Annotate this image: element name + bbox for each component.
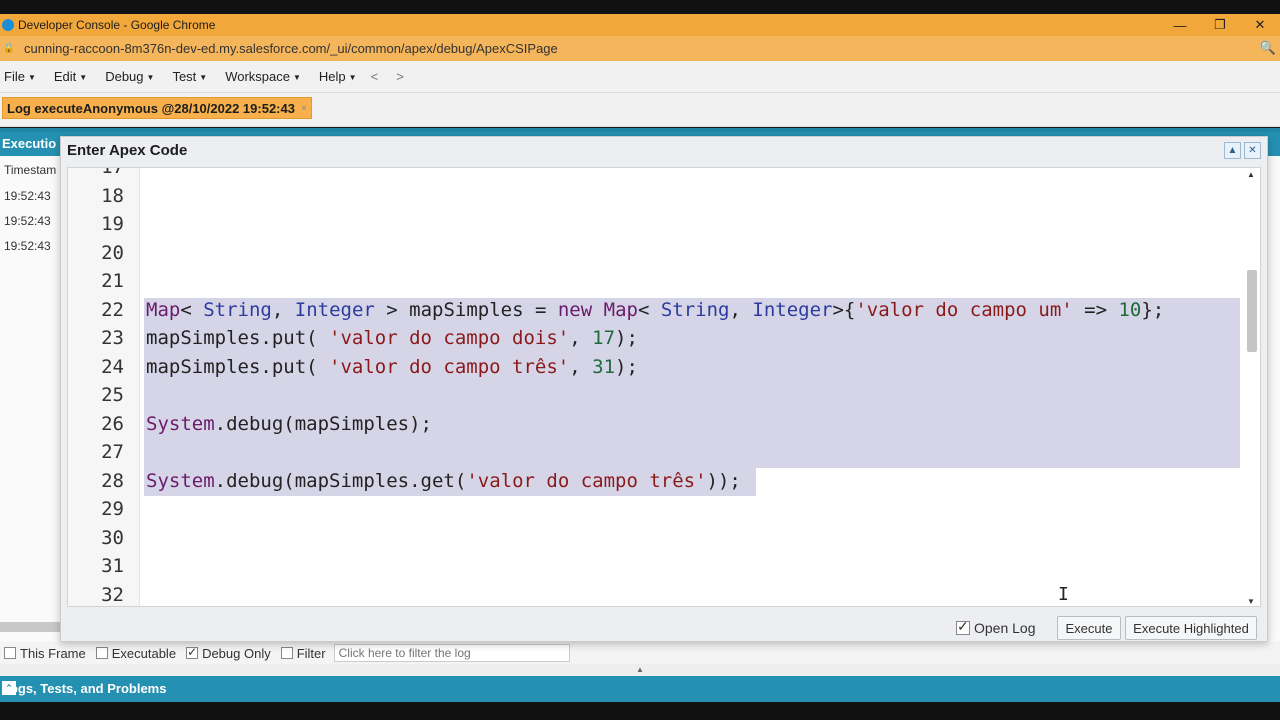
scrollbar-thumb[interactable] <box>1247 270 1257 352</box>
line-number: 31 <box>101 555 124 577</box>
url-text[interactable]: cunning-raccoon-8m376n-dev-ed.my.salesfo… <box>24 41 558 56</box>
browser-title-bar: Developer Console - Google Chrome — ❐ ✕ <box>0 14 1280 36</box>
chevron-down-icon: ▼ <box>27 73 36 82</box>
line-number: 23 <box>101 327 124 349</box>
this-frame-checkbox[interactable] <box>4 647 16 659</box>
menu-debug-label: Debug <box>105 69 144 84</box>
code-line-24[interactable]: mapSimples.put( 'valor do campo três', 3… <box>146 356 638 378</box>
enter-apex-code-dialog: Enter Apex Code ▲ ✕ 17 18 19 20 21 22 23… <box>60 136 1268 642</box>
table-row[interactable]: 19:52:43 <box>4 239 51 253</box>
menu-bar: File ▼ Edit ▼ Debug ▼ Test ▼ Workspace ▼ Help… <box>0 61 1280 93</box>
line-number: 22 <box>101 299 124 321</box>
close-tab-icon[interactable]: × <box>301 103 307 114</box>
address-bar[interactable]: 🔒 cunning-raccoon-8m376n-dev-ed.my.sales… <box>0 36 1280 61</box>
line-number: 20 <box>101 242 124 264</box>
menu-workspace[interactable]: Workspace ▼ <box>225 69 301 84</box>
executable-checkbox[interactable] <box>95 647 108 659</box>
line-number: 27 <box>101 441 124 463</box>
top-strip <box>0 0 1280 14</box>
filter-label: Filter <box>296 645 326 661</box>
dialog-title: Enter Apex Code <box>67 142 188 159</box>
chevron-down-icon: ▼ <box>146 73 155 82</box>
menu-test[interactable]: Test ▼ <box>172 69 207 84</box>
timestamp-column-header[interactable]: Timestam <box>4 163 56 177</box>
menu-edit-label: Edit <box>53 69 77 84</box>
restore-button[interactable]: ❐ <box>1200 14 1240 36</box>
line-number: 17 <box>101 167 124 178</box>
apex-code-editor[interactable]: 17 18 19 20 21 22 23 24 25 26 27 28 29 3… <box>67 167 1261 607</box>
line-number: 21 <box>101 270 124 292</box>
menu-help-label: Help <box>318 69 346 84</box>
chevron-down-icon: ▼ <box>348 73 357 82</box>
filter-input[interactable] <box>333 644 570 662</box>
dialog-footer: Open Log Execute Execute Highlighted <box>61 613 1269 641</box>
execute-button[interactable]: Execute <box>1057 616 1121 640</box>
open-log-label: Open Log <box>974 620 1036 636</box>
expand-panel-icon[interactable]: ⌃ <box>2 681 16 695</box>
code-line-28[interactable]: System.debug(mapSimples.get('valor do ca… <box>146 470 741 492</box>
chevron-down-icon: ▼ <box>199 73 208 82</box>
maximize-icon[interactable]: ▲ <box>1224 142 1241 159</box>
selection-highlight <box>144 298 1240 468</box>
scroll-down-icon[interactable]: ▼ <box>1247 597 1255 606</box>
chevron-down-icon: ▼ <box>293 73 301 82</box>
close-dialog-icon[interactable]: ✕ <box>1244 142 1261 159</box>
execute-highlighted-button[interactable]: Execute Highlighted <box>1125 616 1257 640</box>
line-number: 25 <box>101 384 124 406</box>
horizontal-scrollbar[interactable] <box>0 622 64 632</box>
filter-bar: This Frame Executable Debug Only Filter <box>0 642 1280 664</box>
panel-splitter[interactable]: ▲ <box>0 664 1280 676</box>
minimize-button[interactable]: — <box>1160 14 1200 36</box>
editor-vertical-scrollbar[interactable]: ▲ ▼ <box>1242 168 1260 606</box>
executable-label: Executable <box>111 645 177 661</box>
logs-tests-problems-header: Logs, Tests, and Problems ⌃ <box>0 676 1280 702</box>
menu-file-label: File <box>4 69 25 84</box>
menu-debug[interactable]: Debug ▼ <box>105 69 154 84</box>
window-title: Developer Console - Google Chrome <box>18 18 216 32</box>
lock-icon: 🔒 <box>2 43 16 54</box>
execution-log-title: Executio <box>2 136 57 151</box>
open-log-option[interactable]: Open Log <box>956 618 1036 636</box>
line-number: 26 <box>101 413 124 435</box>
tab-log-execute-anonymous[interactable]: Log executeAnonymous @28/10/2022 19:52:4… <box>2 97 312 119</box>
line-number: 19 <box>101 213 124 235</box>
menu-file[interactable]: File ▼ <box>4 69 36 84</box>
line-number: 18 <box>101 185 124 207</box>
text-cursor-icon: I <box>1058 584 1069 605</box>
open-log-checkbox[interactable] <box>956 618 970 635</box>
menu-workspace-label: Workspace <box>225 69 290 84</box>
table-row[interactable]: 19:52:43 <box>4 214 51 228</box>
logs-tests-problems-title: Logs, Tests, and Problems <box>2 681 167 696</box>
this-frame-label: This Frame <box>20 645 86 661</box>
zoom-icon[interactable]: 🔍 <box>1260 40 1276 56</box>
code-line-22[interactable]: Map< String, Integer > mapSimples = new … <box>146 299 1164 321</box>
filter-checkbox[interactable] <box>280 647 293 659</box>
line-number: 29 <box>101 498 124 520</box>
menu-edit[interactable]: Edit ▼ <box>54 69 87 84</box>
menu-test-label: Test <box>172 69 197 84</box>
debug-only-label: Debug Only <box>202 645 271 661</box>
line-number: 24 <box>101 356 124 378</box>
debug-only-checkbox[interactable] <box>186 645 199 659</box>
line-number: 28 <box>101 470 124 492</box>
table-row[interactable]: 19:52:43 <box>4 189 51 203</box>
line-number: 32 <box>101 584 124 606</box>
code-line-23[interactable]: mapSimples.put( 'valor do campo dois', 1… <box>146 327 638 349</box>
line-number: 30 <box>101 527 124 549</box>
menu-help[interactable]: Help ▼ <box>319 69 357 84</box>
chevron-down-icon: ▼ <box>79 73 88 82</box>
tab-label: Log executeAnonymous @28/10/2022 19:52:4… <box>7 100 295 116</box>
scroll-up-icon[interactable]: ▲ <box>1247 170 1255 179</box>
close-window-button[interactable]: ✕ <box>1240 14 1280 36</box>
salesforce-cloud-icon <box>2 19 14 31</box>
back-arrow-icon[interactable]: < <box>371 69 379 84</box>
code-line-26[interactable]: System.debug(mapSimples); <box>146 413 432 435</box>
bottom-strip <box>0 702 1280 720</box>
forward-arrow-icon[interactable]: > <box>396 69 404 84</box>
tab-bar: Log executeAnonymous @28/10/2022 19:52:4… <box>0 93 1280 127</box>
